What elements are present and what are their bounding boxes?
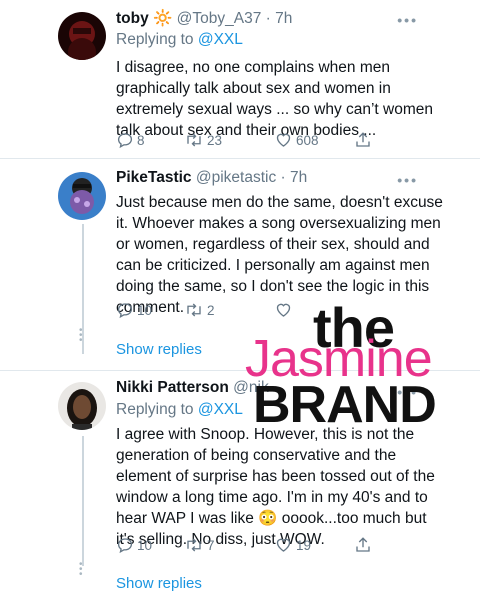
tweet-header: PikeTastic @piketastic · 7h (116, 169, 307, 187)
display-name[interactable]: Nikki Patterson (116, 379, 229, 396)
retweet-count: 2 (207, 302, 215, 318)
like-icon (276, 303, 291, 317)
user-handle[interactable]: @piketastic (196, 169, 276, 186)
timestamp[interactable]: · 7h (281, 169, 308, 186)
retweet-icon (187, 538, 201, 552)
share-button[interactable] (354, 131, 375, 149)
replying-to-label: Replying to (116, 401, 194, 418)
retweet-count: 23 (207, 132, 223, 148)
share-icon (356, 132, 370, 147)
more-options-icon[interactable]: ••• (397, 172, 418, 188)
reply-count: 10 (137, 302, 153, 318)
retweet-icon (187, 303, 201, 317)
show-replies-link[interactable]: Show replies (116, 575, 202, 592)
like-button[interactable]: 19 (274, 536, 311, 554)
tweet-text: I disagree, no one complains when men gr… (116, 59, 434, 139)
retweet-count: 7 (207, 537, 215, 553)
reply-button[interactable]: 8 (116, 131, 145, 149)
reply-button[interactable]: 10 (116, 536, 152, 554)
retweet-button[interactable]: 7 (184, 536, 215, 554)
share-button[interactable] (354, 536, 375, 554)
share-icon (356, 537, 370, 552)
tweet-toby[interactable]: toby 🔆 @Toby_A37 · 7h ••• Replying to @X… (0, 0, 480, 165)
retweet-button[interactable]: 2 (184, 301, 215, 319)
replying-to-label: Replying to (116, 31, 194, 48)
reply-icon (117, 303, 133, 319)
avatar-toby[interactable] (58, 12, 106, 60)
show-replies-link[interactable]: Show replies (116, 341, 202, 358)
like-count: 19 (296, 537, 312, 553)
timestamp[interactable]: · 7h (266, 10, 293, 27)
replying-to-line: Replying to @XXL (116, 401, 243, 419)
sun-emoji-icon: 🔆 (153, 10, 173, 27)
reply-count: 10 (137, 537, 153, 553)
more-options-icon[interactable]: ••• (397, 12, 418, 28)
user-handle[interactable]: @Toby_A37 (177, 10, 262, 27)
avatar-nikki[interactable] (58, 382, 106, 430)
tweet-header: toby 🔆 @Toby_A37 · 7h (116, 9, 292, 28)
replying-to-mention[interactable]: @XXL (198, 401, 243, 418)
like-count: 608 (296, 132, 319, 148)
display-name[interactable]: toby (116, 10, 149, 27)
like-button[interactable] (274, 301, 296, 319)
tweet-text: Just because men do the same, doesn't ex… (116, 194, 443, 316)
retweet-icon (187, 133, 201, 147)
tweet-actions: 10 7 19 (116, 536, 376, 558)
display-name[interactable]: PikeTastic (116, 169, 192, 186)
reply-icon (117, 133, 133, 149)
like-icon (276, 133, 291, 147)
thread-line (82, 436, 84, 566)
like-button[interactable]: 608 (274, 131, 319, 149)
replying-to-mention[interactable]: @XXL (198, 31, 243, 48)
retweet-button[interactable]: 23 (184, 131, 222, 149)
avatar-piketastic[interactable] (58, 172, 106, 220)
thread-dots: • • • (79, 559, 83, 580)
thread-dots: • • • (79, 325, 83, 346)
reply-button[interactable]: 10 (116, 301, 152, 319)
reply-count: 8 (137, 132, 145, 148)
tweet-text: I agree with Snoop. However, this is not… (116, 426, 435, 548)
like-icon (276, 538, 291, 552)
tweet-actions: 8 23 608 (116, 131, 376, 153)
replying-to-line: Replying to @XXL (116, 31, 243, 49)
watermark-brand: BRAND (253, 376, 437, 434)
tweet-divider (0, 158, 480, 159)
reply-icon (117, 538, 133, 554)
